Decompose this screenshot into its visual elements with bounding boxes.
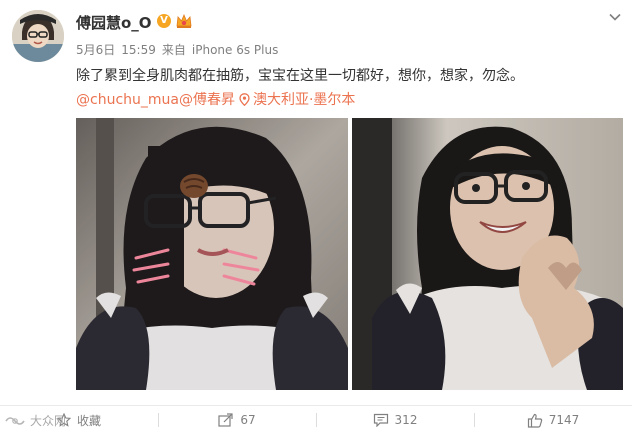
- post-toolbar: 收藏 67 312 7147: [0, 406, 632, 434]
- post-photo-2[interactable]: [352, 118, 623, 390]
- location-link[interactable]: 澳大利亚·墨尔本: [253, 92, 355, 108]
- mention-chuchu[interactable]: @chuchu_mua: [76, 92, 179, 108]
- comment-icon: [373, 413, 388, 427]
- mention-fuchunsheng[interactable]: @傅春昇: [179, 92, 235, 108]
- post-body: 除了累到全身肌肉都在抽筋，宝宝在这里一切都好，想你，想家，勿念。 @chuchu_…: [76, 64, 546, 112]
- username[interactable]: 傅园慧o_O: [76, 12, 152, 33]
- post-text: 除了累到全身肌肉都在抽筋，宝宝在这里一切都好，想你，想家，勿念。: [76, 68, 524, 84]
- watermark-text: 大众网: [30, 414, 67, 428]
- post-photo-1[interactable]: [76, 118, 348, 390]
- photo-selfie-glasses: [76, 118, 348, 390]
- post-time[interactable]: 15:59: [121, 43, 156, 57]
- comment-button[interactable]: 312: [316, 406, 474, 434]
- location-pin-icon: [239, 93, 250, 106]
- repost-count: 67: [240, 413, 256, 427]
- photo-selfie-heart: [352, 118, 623, 390]
- like-button[interactable]: 7147: [474, 406, 632, 434]
- repost-icon: [218, 413, 233, 427]
- repost-button[interactable]: 67: [158, 406, 316, 434]
- comment-count: 312: [394, 413, 418, 427]
- post-meta: 5月6日 15:59 来自 iPhone 6s Plus: [76, 41, 284, 58]
- favorite-label: 收藏: [76, 413, 101, 428]
- source-prefix: 来自: [161, 43, 186, 57]
- vip-crown-icon[interactable]: [175, 13, 193, 29]
- like-count: 7147: [548, 413, 580, 427]
- chevron-down-icon[interactable]: [608, 10, 622, 24]
- weibo-post: 傅园慧o_O V 5月6日 15:59 来自 iPhone 6s Plus 除了累到全…: [0, 0, 632, 434]
- post-date[interactable]: 5月6日: [76, 43, 115, 57]
- verified-badge-icon: V: [157, 14, 171, 28]
- watermark: 大众网: [4, 412, 66, 429]
- watermark-logo-icon: [5, 416, 25, 425]
- thumbs-up-icon: [527, 413, 542, 428]
- user-badges: V: [157, 12, 193, 30]
- avatar-image: [12, 10, 64, 62]
- post-source[interactable]: iPhone 6s Plus: [192, 43, 278, 57]
- avatar[interactable]: [12, 10, 64, 62]
